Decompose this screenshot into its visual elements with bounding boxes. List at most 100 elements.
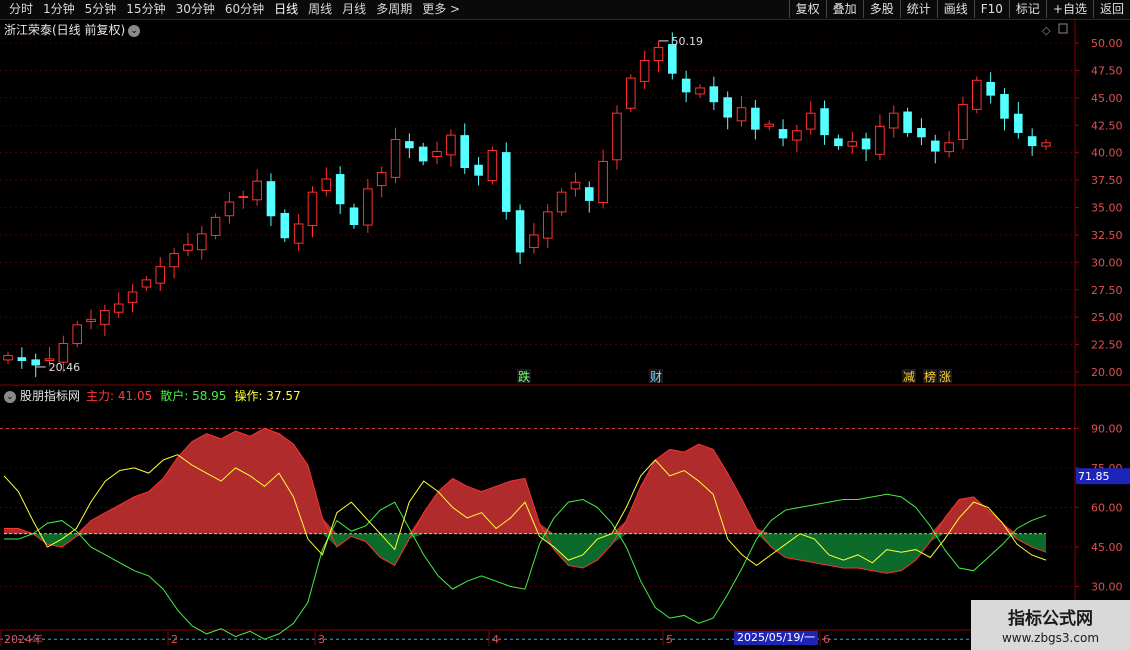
indicator-title: ⌄ 股朋指标网 主力: 41.05 散户: 58.95 操作: 37.57 xyxy=(4,387,301,404)
event-marker: 涨 xyxy=(939,369,951,384)
candle-body xyxy=(307,191,318,227)
indicator-tick-label: 90.00 xyxy=(1091,422,1123,435)
toolbar-button-1[interactable]: 叠加 xyxy=(825,0,863,18)
toolbar-button-7[interactable]: +自选 xyxy=(1045,0,1093,18)
candle-body xyxy=(639,60,650,82)
candle-body xyxy=(390,139,401,178)
candle-body xyxy=(3,355,13,361)
time-axis-label: 5 xyxy=(666,633,673,646)
price-tick-label: 45.00 xyxy=(1091,92,1123,105)
candle-body xyxy=(1014,113,1023,133)
candle-body xyxy=(72,324,82,344)
candle-body xyxy=(542,211,553,239)
period-tab-0[interactable]: 分时 xyxy=(4,1,38,18)
candle-body xyxy=(584,187,594,201)
candle-body xyxy=(875,125,885,155)
time-axis-label: 2024年 xyxy=(4,632,43,646)
candle-body xyxy=(958,103,968,141)
candle-body xyxy=(972,79,982,110)
indicator-name: 股朋指标网 xyxy=(20,389,81,403)
price-tick-label: 37.50 xyxy=(1091,174,1123,187)
toolbar-button-3[interactable]: 统计 xyxy=(899,0,937,18)
candle-body xyxy=(888,112,899,129)
candle-body xyxy=(778,129,788,139)
indicator-tick-label: 30.00 xyxy=(1091,580,1123,593)
toolbar-button-2[interactable]: 多股 xyxy=(862,0,900,18)
candle-body xyxy=(196,233,207,251)
period-tab-2[interactable]: 5分钟 xyxy=(80,1,122,18)
candle-body xyxy=(736,107,747,122)
period-tab-10[interactable]: 更多 > xyxy=(417,1,465,18)
candle-body xyxy=(805,112,816,130)
period-tab-5[interactable]: 60分钟 xyxy=(220,1,269,18)
candle-body xyxy=(183,244,193,251)
chevron-down-icon[interactable]: ⌄ xyxy=(128,24,141,37)
candle-body xyxy=(930,140,940,152)
candle-body xyxy=(681,78,691,93)
sanhu-value: 散户: 58.95 xyxy=(160,389,227,403)
candle-body xyxy=(17,357,27,362)
price-tick-label: 50.00 xyxy=(1091,37,1123,50)
indicator-tick-label: 60.00 xyxy=(1091,501,1123,514)
toolbar-button-5[interactable]: F10 xyxy=(973,0,1009,18)
toolbar-button-6[interactable]: 标记 xyxy=(1008,0,1046,18)
candle-body xyxy=(224,201,235,217)
toolbar-button-0[interactable]: 复权 xyxy=(788,0,826,18)
candle-body xyxy=(709,86,719,103)
zhuli-below-area xyxy=(4,533,1046,574)
candle-body xyxy=(280,212,290,239)
candle-body xyxy=(376,171,387,187)
candle-body xyxy=(861,138,871,150)
price-tick-label: 22.50 xyxy=(1091,339,1123,352)
candle-body xyxy=(418,146,428,162)
period-tab-8[interactable]: 月线 xyxy=(337,1,371,18)
period-tab-3[interactable]: 15分钟 xyxy=(121,1,170,18)
chart-canvas[interactable]: 50.00 47.50 45.00 42.50 40.00 37.50 35.00 32.50… xyxy=(0,0,1130,650)
candle-body xyxy=(529,234,539,249)
chevron-down-icon[interactable]: ⌄ xyxy=(4,390,16,403)
candle-body xyxy=(1041,142,1051,147)
period-tab-1[interactable]: 1分钟 xyxy=(38,1,80,18)
candle-body xyxy=(764,123,774,127)
period-tab-9[interactable]: 多周期 xyxy=(371,1,417,18)
period-tab-7[interactable]: 周线 xyxy=(303,1,337,18)
watermark-url: www.zbgs3.com xyxy=(1001,631,1100,645)
period-tab-6[interactable]: 日线 xyxy=(269,1,303,18)
time-axis-label: 4 xyxy=(492,633,499,646)
main-chart-title: 浙江荣泰(日线 前复权) ⌄ xyxy=(4,21,141,38)
candle-body xyxy=(653,46,664,62)
time-axis-label: 6 xyxy=(823,633,830,646)
candle-body xyxy=(155,266,166,284)
candle-body xyxy=(474,164,483,176)
price-tick-label: 40.00 xyxy=(1091,147,1123,160)
high-label: 50.19 xyxy=(671,35,703,48)
candle-body xyxy=(252,180,262,201)
candle-body xyxy=(751,107,760,130)
candle-body xyxy=(986,81,995,96)
candle-body xyxy=(100,310,110,325)
candle-body xyxy=(141,279,152,288)
candle-body xyxy=(1000,93,1009,119)
cursor-date-tag: 2025/05/19/一 xyxy=(734,631,819,645)
candle-body xyxy=(321,178,332,192)
toolbar-button-8[interactable]: 返回 xyxy=(1092,0,1130,18)
candle-body xyxy=(487,149,498,182)
candle-body xyxy=(570,181,581,190)
price-tick-label: 20.00 xyxy=(1091,366,1123,379)
caozuo-value: 操作: 37.57 xyxy=(234,389,301,403)
candle-body xyxy=(668,44,677,74)
low-label: 20.46 xyxy=(49,361,81,374)
price-tick-label: 27.50 xyxy=(1091,284,1123,297)
candle-body xyxy=(127,291,138,303)
candle-body xyxy=(460,135,470,169)
toolbar-button-4[interactable]: 画线 xyxy=(936,0,974,18)
event-marker: 财 xyxy=(650,370,662,384)
candle-body xyxy=(723,97,732,118)
candle-body xyxy=(335,174,345,205)
candle-body xyxy=(446,134,456,156)
candle-body xyxy=(917,127,926,138)
period-tab-4[interactable]: 30分钟 xyxy=(171,1,220,18)
event-marker: 榜 xyxy=(924,369,936,384)
toolbar: 分时 1分钟 5分钟 15分钟 30分钟 60分钟 日线 周线 月线 多周期 更多 > 复权 叠加 多股… xyxy=(0,0,1130,20)
candle-body xyxy=(293,223,304,244)
